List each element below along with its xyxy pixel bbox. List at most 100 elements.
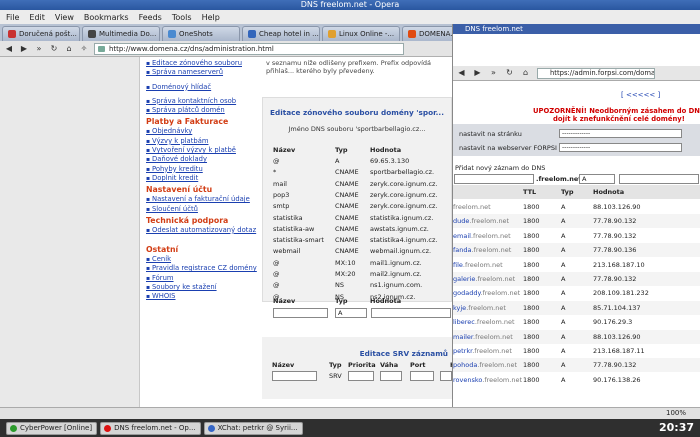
nav-link[interactable]: Správa plátců domén (146, 106, 262, 115)
new-value-input[interactable] (619, 174, 699, 184)
nav-link[interactable]: Objednávky (146, 127, 262, 136)
dns-value: 77.78.90.132 (593, 217, 637, 226)
task-xchat[interactable]: XChat: petrkr @ Syrii... (203, 421, 303, 435)
main-content: v seznamu níže odlišeny prefixem. Prefix… (262, 57, 481, 407)
srv-header: Typ (329, 361, 342, 369)
record-value: zeryk.core.ignum.cz. (370, 179, 438, 188)
back-icon[interactable]: ◀ (4, 44, 14, 54)
srv-name-input[interactable] (272, 371, 317, 381)
set-page-select[interactable]: ------------- (559, 129, 682, 138)
popup-back-icon[interactable]: ◀ (457, 68, 466, 78)
popup-address-field[interactable]: https://admin.forpsi.com/domain/do (537, 67, 655, 79)
tab-favicon-icon (328, 30, 336, 38)
menu-item-file[interactable]: File (6, 13, 19, 22)
dns-ttl: 1800 (523, 347, 540, 355)
record-type: Typ (335, 297, 348, 305)
dns-host-domain: .freelom.net (471, 246, 512, 255)
dns-host[interactable]: rovensko.freelom.net (453, 373, 522, 387)
nav-link[interactable]: Nastavení a fakturační údaje (146, 195, 262, 204)
wand-icon[interactable]: ✧ (79, 44, 89, 54)
new-type-select[interactable]: A (579, 174, 615, 184)
task-opera[interactable]: DNS freelom.net - Op... (100, 421, 201, 435)
new-record-name-input[interactable] (273, 308, 328, 318)
dns-host[interactable]: file.freelom.net (453, 258, 503, 272)
dns-value: 88.103.126.90 (593, 332, 641, 341)
dns-host[interactable]: email.freelom.net (453, 229, 511, 243)
record-type: NS (335, 281, 344, 290)
dns-host[interactable]: pohoda.freelom.net (453, 358, 517, 372)
record-type: Typ (335, 146, 348, 154)
nav-link[interactable]: Pohyby kreditu (146, 165, 262, 174)
dns-host[interactable]: fanda.freelom.net (453, 243, 511, 257)
task-cyberpower[interactable]: CyberPower [Online] (6, 421, 98, 435)
dns-host[interactable]: kyje.freelom.net (453, 301, 506, 315)
new-record-value-input[interactable] (371, 308, 451, 318)
nav-link[interactable]: Doménový hlídač (146, 83, 262, 92)
back-link[interactable]: [ <<<<< ] (621, 91, 660, 99)
new-record-type-select[interactable]: A (335, 308, 367, 318)
tab-label: Linux Online -... (339, 30, 395, 38)
nav-link[interactable]: Sloučení účtů (146, 205, 262, 214)
popup-fast-forward-icon[interactable]: » (489, 68, 498, 78)
nav-link[interactable]: Editace zónového souboru (146, 59, 262, 68)
dns-list-row: dude.freelom.net 1800 A 77.78.90.132 (453, 214, 700, 229)
warning-line-2: dojít k znefunkčnění celé domény! (553, 115, 685, 123)
dns-host[interactable]: dude.freelom.net (453, 214, 509, 228)
popup-reload-icon[interactable]: ↻ (505, 68, 514, 78)
address-field[interactable]: http://www.domena.cz/dns/administration.… (94, 42, 404, 55)
dns-type: A (561, 375, 566, 384)
srv-weight-input[interactable] (380, 371, 402, 381)
popup-forward-icon[interactable]: ▶ (473, 68, 482, 78)
dns-type: A (561, 318, 566, 327)
dns-type: A (561, 260, 566, 269)
zoom-level[interactable]: 100% (666, 409, 686, 417)
dns-host[interactable]: petrkr.freelom.net (453, 344, 512, 358)
dns-host[interactable]: godaddy.freelom.net (453, 286, 520, 300)
dns-list-row: petrkr.freelom.net 1800 A 213.168.187.11 (453, 344, 700, 358)
nav-link[interactable]: Správa nameserverů (146, 68, 262, 77)
dns-host[interactable]: mailer.freelom.net (453, 330, 513, 344)
set-webserver-select[interactable]: ------------- (559, 143, 682, 152)
nav-link[interactable]: Doplnit kredit (146, 174, 262, 183)
nav-link[interactable]: Odeslat automatizovaný dotaz (146, 226, 262, 235)
record-type: CNAME (335, 202, 359, 211)
dns-host-sub: rovensko (453, 375, 483, 384)
dns-host[interactable]: liberec.freelom.net (453, 315, 515, 329)
menu-item-edit[interactable]: Edit (29, 13, 45, 22)
menu-item-feeds[interactable]: Feeds (139, 13, 162, 22)
nav-link[interactable]: Soubory ke stažení (146, 283, 262, 292)
nav-link[interactable]: Správa kontaktních osob (146, 97, 262, 106)
tab-1[interactable]: Multimedia Do... (82, 26, 160, 41)
srv-port-input[interactable] (410, 371, 434, 381)
tab-2[interactable]: OneShots (162, 26, 240, 41)
nav-link[interactable]: Pravidla registrace CZ domény (146, 264, 262, 273)
srv-value-input[interactable] (440, 371, 452, 381)
home-icon[interactable]: ⌂ (64, 44, 74, 54)
tab-3[interactable]: Cheap hotel in ... (242, 26, 320, 41)
dns-ttl: 1800 (523, 289, 540, 298)
dns-value: 88.103.126.90 (593, 203, 641, 211)
srv-priority-input[interactable] (348, 371, 374, 381)
popup-home-icon[interactable]: ⌂ (521, 68, 530, 78)
dns-list-header: TTL Typ Hodnota (453, 185, 700, 199)
nav-link[interactable]: Výzvy k platbám (146, 137, 262, 146)
tab-4[interactable]: Linux Online -... (322, 26, 400, 41)
nav-link[interactable]: Fórum (146, 274, 262, 283)
menu-item-help[interactable]: Help (202, 13, 220, 22)
srv-edit-title: Editace SRV záznamů (359, 349, 448, 358)
tab-0[interactable]: Doručená pošt... (2, 26, 80, 41)
menu-item-view[interactable]: View (55, 13, 74, 22)
dns-host[interactable]: galerie.freelom.net (453, 272, 515, 286)
nav-link[interactable]: Daňové doklady (146, 155, 262, 164)
nav-link[interactable]: Ceník (146, 255, 262, 264)
dns-list-row: file.freelom.net 1800 A 213.168.187.10 (453, 258, 700, 272)
nav-link[interactable]: WHOIS (146, 292, 262, 301)
reload-icon[interactable]: ↻ (49, 44, 59, 54)
menu-item-bookmarks[interactable]: Bookmarks (84, 13, 129, 22)
nav-link[interactable]: Vytvoření výzvy k platbě (146, 146, 262, 155)
menu-item-tools[interactable]: Tools (172, 13, 192, 22)
fast-forward-icon[interactable]: » (34, 44, 44, 54)
new-host-input[interactable] (454, 174, 534, 184)
forward-icon[interactable]: ▶ (19, 44, 29, 54)
dns-host-sub: godaddy (453, 289, 481, 298)
